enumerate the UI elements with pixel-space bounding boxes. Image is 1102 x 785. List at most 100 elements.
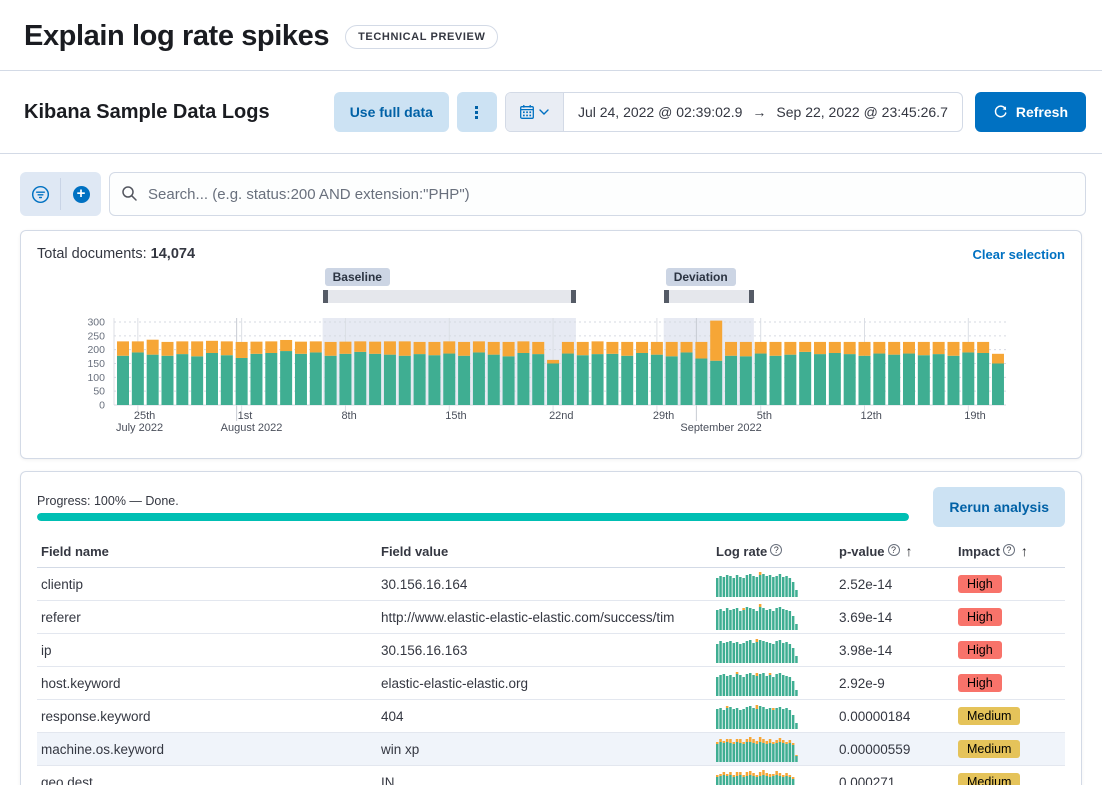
baseline-brush-handle[interactable] xyxy=(571,290,576,303)
field-value-cell: 30.156.16.164 xyxy=(377,568,712,601)
filter-button[interactable] xyxy=(20,172,60,216)
info-icon: ? xyxy=(1003,544,1015,556)
log-rate-sparkline xyxy=(716,703,798,729)
table-row[interactable]: response.keyword 404 0.00000184 Medium xyxy=(37,700,1065,733)
sort-ascending-icon: ↑ xyxy=(906,543,913,559)
plus-in-circle-icon: + xyxy=(73,186,90,203)
clear-selection-link[interactable]: Clear selection xyxy=(973,247,1066,262)
table-row[interactable]: host.keyword elastic-elastic-elastic.org… xyxy=(37,667,1065,700)
total-documents: Total documents: 14,074 xyxy=(37,246,195,262)
date-range: Jul 24, 2022 @ 02:39:02.9 → Sep 22, 2022… xyxy=(564,93,962,131)
search-row: + xyxy=(20,172,1086,216)
impact-badge: Medium xyxy=(958,707,1020,725)
impact-badge: High xyxy=(958,641,1002,659)
field-value-cell: elastic-elastic-elastic.org xyxy=(377,667,712,700)
use-full-data-button[interactable]: Use full data xyxy=(334,92,449,132)
table-row[interactable]: geo.dest IN 0.000271 Medium xyxy=(37,766,1065,785)
svg-text:September 2022: September 2022 xyxy=(680,422,761,434)
search-box xyxy=(109,172,1086,216)
svg-text:1st: 1st xyxy=(238,410,253,422)
info-icon: ? xyxy=(888,544,900,556)
info-icon: ? xyxy=(770,544,782,556)
deviation-brush[interactable] xyxy=(664,290,754,303)
field-value-cell: http://www.elastic-elastic-elastic.com/s… xyxy=(377,601,712,634)
svg-text:July 2022: July 2022 xyxy=(116,422,163,434)
baseline-brush-handle[interactable] xyxy=(323,290,328,303)
column-header-log-rate[interactable]: Log rate? xyxy=(712,537,835,568)
svg-text:300: 300 xyxy=(87,317,105,329)
p-value-cell: 0.000271 xyxy=(835,766,954,785)
svg-text:0: 0 xyxy=(99,400,105,412)
page-title: Explain log rate spikes xyxy=(24,20,329,53)
progress-label: Progress: 100% — Done. xyxy=(37,494,909,508)
deviation-brush-handle[interactable] xyxy=(664,290,669,303)
impact-badge: High xyxy=(958,674,1002,692)
results-table: Field name Field value Log rate? p-value… xyxy=(37,537,1065,785)
table-row[interactable]: machine.os.keyword win xp 0.00000559 Med… xyxy=(37,733,1065,766)
field-name-cell: ip xyxy=(37,634,377,667)
calendar-icon xyxy=(519,104,535,120)
table-header-row: Field name Field value Log rate? p-value… xyxy=(37,537,1065,568)
field-name-cell: machine.os.keyword xyxy=(37,733,377,766)
log-rate-sparkline xyxy=(716,604,798,630)
field-name-cell: geo.dest xyxy=(37,766,377,785)
column-header-p-value[interactable]: p-value?↑ xyxy=(835,537,954,568)
svg-text:August 2022: August 2022 xyxy=(221,422,283,434)
baseline-brush[interactable] xyxy=(323,290,576,303)
document-count-panel: Total documents: 14,074 Clear selection … xyxy=(20,230,1082,459)
data-view-title: Kibana Sample Data Logs xyxy=(24,101,270,124)
impact-badge: High xyxy=(958,608,1002,626)
boxes-vertical-icon xyxy=(475,106,478,119)
log-rate-sparkline xyxy=(716,637,798,663)
filter-controls: + xyxy=(20,172,101,216)
log-rate-sparkline xyxy=(716,571,798,597)
svg-text:19th: 19th xyxy=(964,410,985,422)
column-header-impact[interactable]: Impact?↑ xyxy=(954,537,1065,568)
analysis-results-panel: Progress: 100% — Done. Rerun analysis Fi… xyxy=(20,471,1082,785)
svg-text:50: 50 xyxy=(93,386,105,398)
chevron-down-icon xyxy=(539,109,549,115)
svg-text:15th: 15th xyxy=(445,410,466,422)
end-date[interactable]: Sep 22, 2022 @ 23:45:26.7 xyxy=(776,104,947,120)
progress-bar xyxy=(37,513,909,521)
options-kebab-button[interactable] xyxy=(457,92,497,132)
field-value-cell: win xp xyxy=(377,733,712,766)
start-date[interactable]: Jul 24, 2022 @ 02:39:02.9 xyxy=(578,104,742,120)
add-filter-button[interactable]: + xyxy=(61,172,101,216)
svg-text:100: 100 xyxy=(87,372,105,384)
toolbar-divider xyxy=(0,153,1102,154)
brush-layer: Baseline Deviation xyxy=(37,268,1065,306)
p-value-cell: 2.52e-14 xyxy=(835,568,954,601)
field-name-cell: response.keyword xyxy=(37,700,377,733)
p-value-cell: 3.98e-14 xyxy=(835,634,954,667)
date-picker: Jul 24, 2022 @ 02:39:02.9 → Sep 22, 2022… xyxy=(505,92,963,132)
svg-text:250: 250 xyxy=(87,330,105,342)
field-value-cell: IN xyxy=(377,766,712,785)
svg-text:150: 150 xyxy=(87,358,105,370)
deviation-brush-handle[interactable] xyxy=(749,290,754,303)
svg-text:200: 200 xyxy=(87,344,105,356)
column-header-field-name[interactable]: Field name xyxy=(37,537,377,568)
field-name-cell: host.keyword xyxy=(37,667,377,700)
impact-badge: High xyxy=(958,575,1002,593)
search-icon xyxy=(121,185,138,202)
date-quick-select-button[interactable] xyxy=(506,93,564,131)
document-count-chart: Baseline Deviation 0 50 100 150 200 250300 25th… xyxy=(37,268,1065,443)
baseline-badge[interactable]: Baseline xyxy=(325,268,390,286)
svg-text:8th: 8th xyxy=(341,410,356,422)
field-name-cell: clientip xyxy=(37,568,377,601)
svg-text:12th: 12th xyxy=(861,410,882,422)
impact-badge: Medium xyxy=(958,740,1020,758)
search-input[interactable] xyxy=(109,172,1086,216)
table-row[interactable]: clientip 30.156.16.164 2.52e-14 High xyxy=(37,568,1065,601)
table-row[interactable]: ip 30.156.16.163 3.98e-14 High xyxy=(37,634,1065,667)
column-header-field-value[interactable]: Field value xyxy=(377,537,712,568)
rerun-analysis-button[interactable]: Rerun analysis xyxy=(933,487,1065,527)
p-value-cell: 0.00000184 xyxy=(835,700,954,733)
table-row[interactable]: referer http://www.elastic-elastic-elast… xyxy=(37,601,1065,634)
refresh-button[interactable]: Refresh xyxy=(975,92,1086,132)
toolbar-controls: Use full data Jul 24, 2022 @ 02:39:02.9 xyxy=(334,92,1086,132)
svg-text:25th: 25th xyxy=(134,410,155,422)
histogram-chart[interactable]: 05010015020025030025th1st8th15th22nd29th… xyxy=(37,306,1067,438)
deviation-badge[interactable]: Deviation xyxy=(666,268,736,286)
